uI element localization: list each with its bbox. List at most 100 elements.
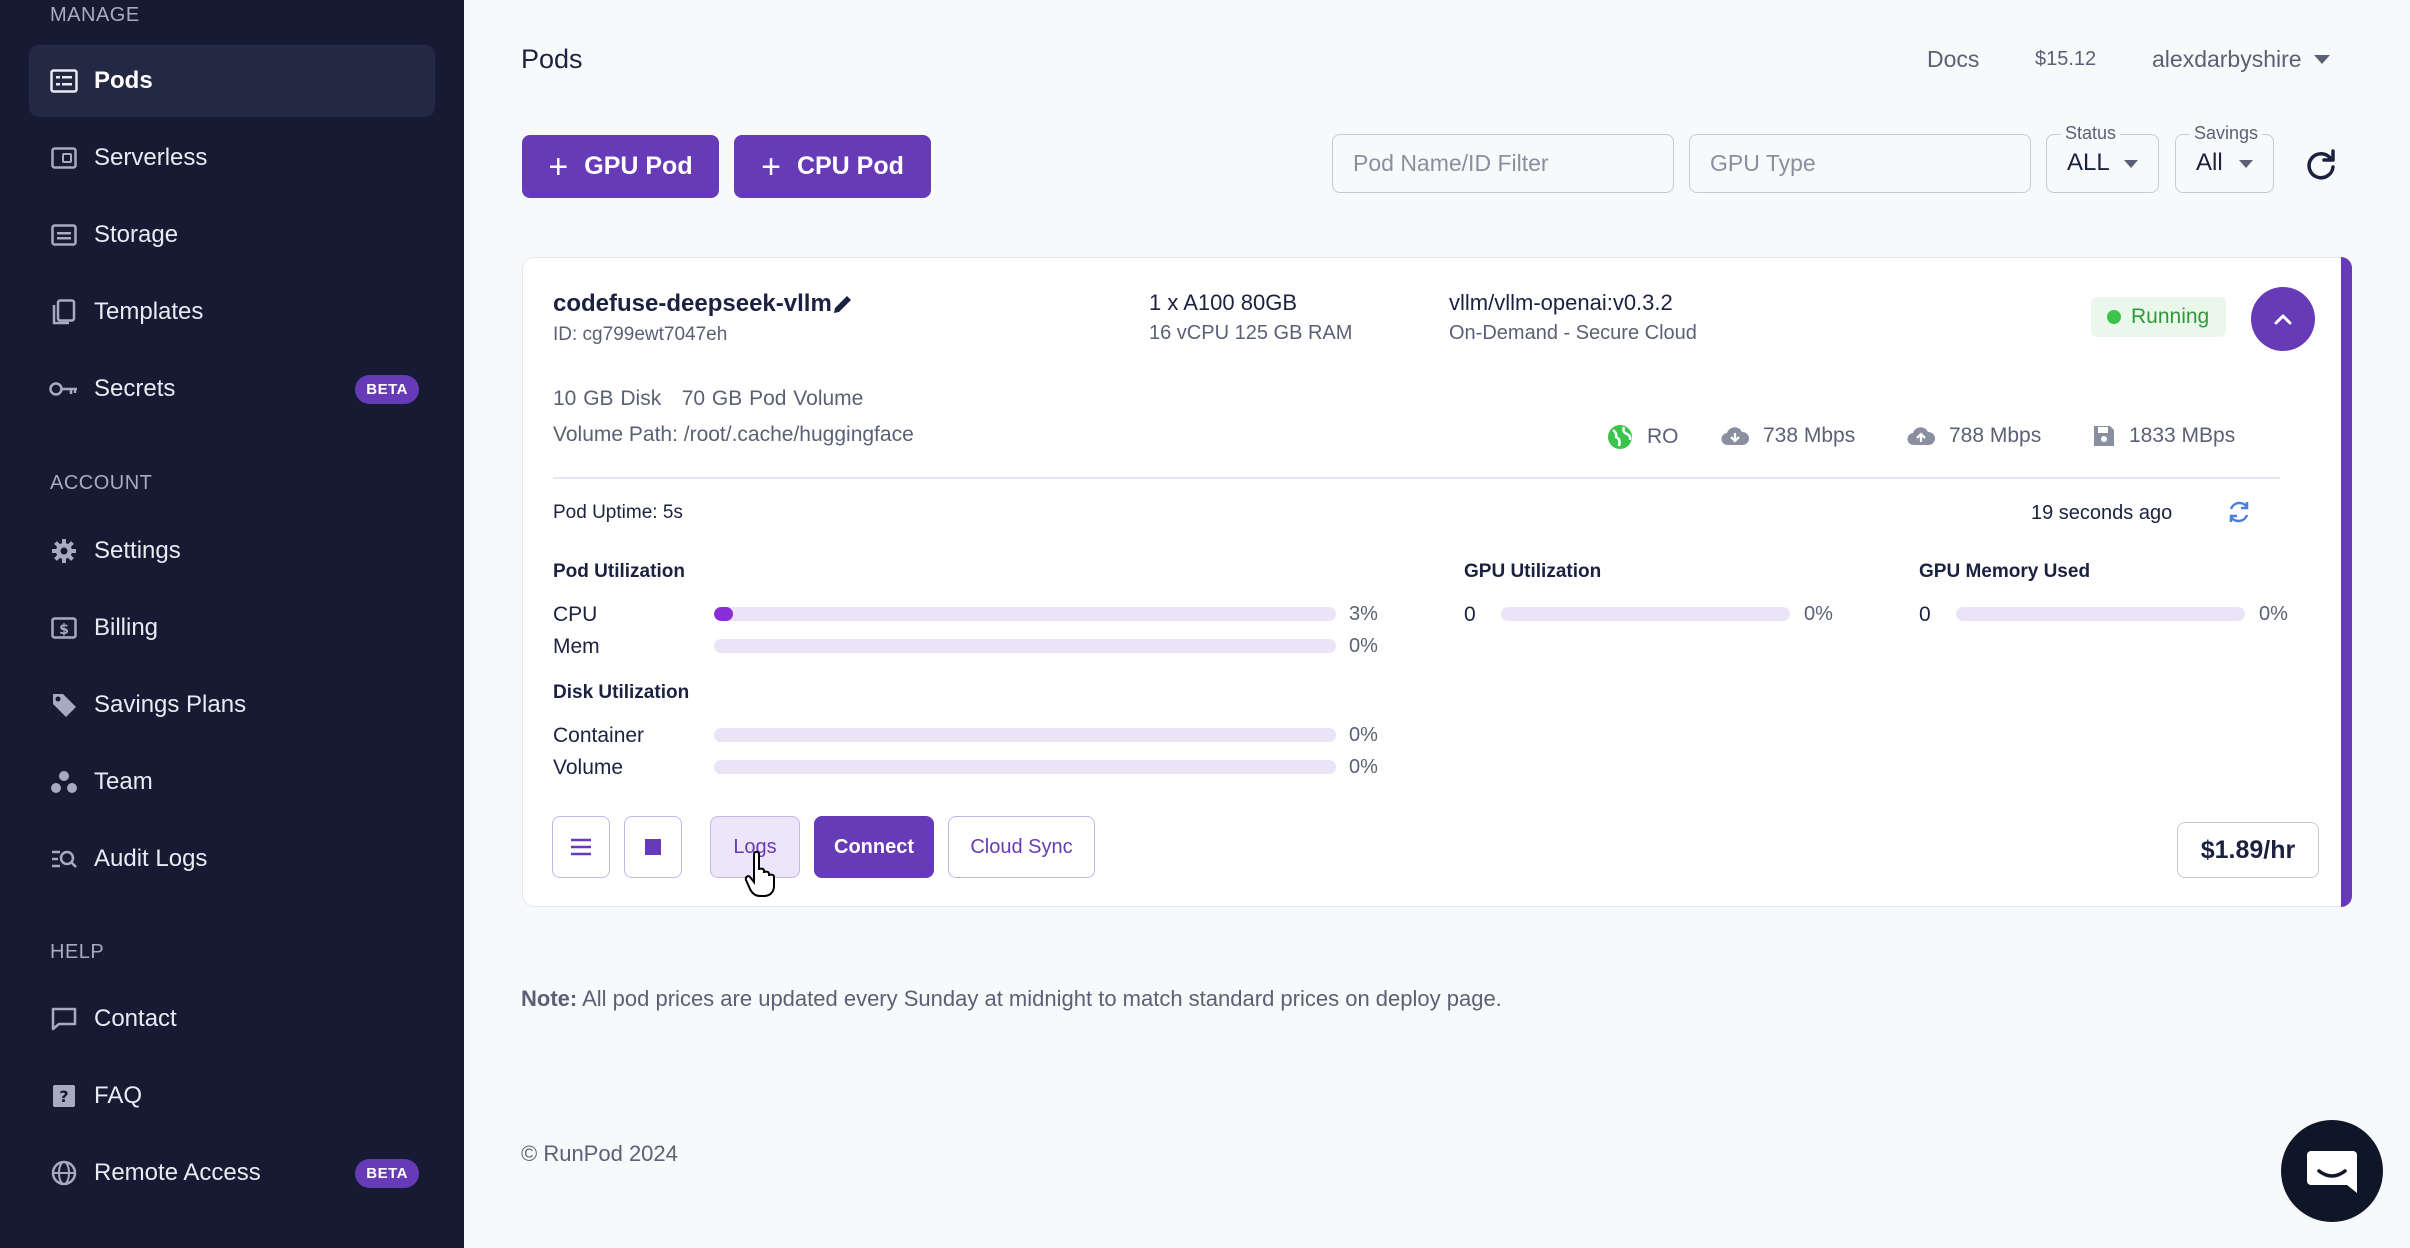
button-label: CPU Pod [796,152,904,180]
sidebar-item-audit-logs[interactable]: Audit Logs [29,823,435,895]
sync-icon[interactable] [2226,499,2252,525]
cpu-label: CPU [553,603,598,626]
sidebar-item-label: FAQ [94,1082,143,1109]
sidebar-item-storage[interactable]: Storage [29,199,435,271]
chat-bubble-icon [2307,1151,2357,1193]
key-icon [49,374,79,404]
hand-cursor-icon [744,850,775,897]
pod-image: vllm/vllm-openai:v0.3.2 [1449,290,1673,315]
pod-card: codefuse-deepseek-vllm ID: cg799ewt7047e… [522,257,2352,907]
pricing-note: Note: All pod prices are updated every S… [521,986,1502,1012]
gpu-utilization-bar [1501,607,1790,621]
sidebar-item-templates[interactable]: Templates [29,276,435,348]
sidebar: MANAGE Pods Serverless Storage Templates… [0,0,464,1248]
sidebar-item-faq[interactable]: ? FAQ [29,1060,435,1132]
pencil-icon[interactable] [831,292,855,316]
sidebar-item-team[interactable]: Team [29,746,435,818]
globe-icon [1608,425,1632,449]
sidebar-item-label: Storage [94,221,179,248]
sidebar-item-label: Contact [94,1005,177,1032]
globe-icon [49,1158,79,1188]
sidebar-item-label: Templates [94,298,204,325]
region-info: RO [1607,424,1679,450]
pod-volume-path: Volume Path: /root/.cache/huggingface [553,423,914,446]
sidebar-item-label: Serverless [94,144,208,171]
upload-speed-value: 788 Mbps [1949,424,2042,447]
user-menu[interactable]: alexdarbyshire [2152,46,2330,73]
sidebar-item-billing[interactable]: $ Billing [29,592,435,664]
collapse-button[interactable] [2251,287,2315,351]
gpu-type-input[interactable] [1689,134,2031,193]
plus-icon: + [761,147,781,186]
divider [553,477,2280,479]
sidebar-item-pods[interactable]: Pods [29,45,435,117]
username: alexdarbyshire [2152,46,2302,72]
plus-icon: + [548,147,569,186]
beta-badge: BETA [355,1158,419,1188]
svg-text:?: ? [59,1087,68,1106]
sidebar-item-remote-access[interactable]: Remote Access BETA [29,1137,435,1209]
last-updated: 19 seconds ago [2031,502,2173,524]
gpu-utilization-value: 0% [1804,603,1833,625]
disk-speed: 1833 MBps [2093,424,2235,448]
disk-speed-value: 1833 MBps [2129,424,2236,447]
connect-button[interactable]: Connect [814,816,934,878]
chevron-down-icon [2124,160,2138,168]
pod-gpu: 1 x A100 80GB [1149,290,1297,315]
sidebar-item-label: Billing [94,614,159,641]
status-dot-icon [2107,310,2121,324]
volume-label: Volume [553,756,624,779]
refresh-icon[interactable] [2304,148,2338,182]
new-cpu-pod-button[interactable]: + CPU Pod [734,135,931,198]
menu-button[interactable] [552,816,610,878]
floppy-disk-icon [2094,426,2114,446]
mem-label: Mem [553,635,600,658]
storage-icon [49,220,79,250]
savings-select-label: Savings [2190,123,2263,144]
status-select[interactable]: Status ALL [2046,123,2159,193]
sidebar-item-label: Pods [94,67,153,94]
sidebar-item-label: Remote Access [94,1159,261,1186]
savings-select[interactable]: Savings All [2175,123,2274,193]
gear-icon [49,536,79,566]
sidebar-item-label: Team [94,768,153,795]
volume-bar [714,760,1336,774]
faq-icon: ? [49,1081,79,1111]
page-title: Pods [521,44,583,74]
pod-name-filter-input[interactable] [1332,134,1674,193]
cpu-bar [714,607,1336,621]
sidebar-item-label: Audit Logs [94,845,208,872]
sidebar-item-label: Savings Plans [94,691,247,718]
serverless-icon [49,143,79,173]
status-select-value: ALL [2067,149,2110,176]
account-balance[interactable]: $15.12 [2035,48,2096,71]
pod-utilization-title: Pod Utilization [553,561,685,582]
stop-button[interactable] [624,816,682,878]
pod-disk: 10 GB Disk [553,387,662,410]
pod-name: codefuse-deepseek-vllm [553,290,832,317]
docs-link[interactable]: Docs [1927,46,1979,73]
card-accent-bar [2341,257,2352,907]
pod-disk-info: 10 GB Disk 70 GB Pod Volume [553,387,863,411]
status-badge: Running [2091,297,2227,337]
note-text: All pod prices are updated every Sunday … [577,986,1502,1011]
sidebar-item-settings[interactable]: Settings [29,515,435,587]
sidebar-item-serverless[interactable]: Serverless [29,122,435,194]
chevron-down-icon [2313,55,2330,64]
templates-icon [49,297,79,327]
cloud-sync-button[interactable]: Cloud Sync [948,816,1095,878]
billing-icon: $ [49,613,79,643]
chat-widget-button[interactable] [2281,1120,2383,1222]
savings-select-value: All [2196,149,2223,176]
sidebar-item-savings-plans[interactable]: Savings Plans [29,669,435,741]
pod-id: ID: cg799ewt7047eh [553,324,728,345]
container-value: 0% [1349,724,1378,746]
sidebar-item-secrets[interactable]: Secrets BETA [29,353,435,425]
gpu-index: 0 [1464,603,1476,626]
download-speed-value: 738 Mbps [1763,424,1856,447]
sidebar-item-contact[interactable]: Contact [29,983,435,1055]
section-label-account: ACCOUNT [50,472,153,494]
gpu-memory-index: 0 [1919,603,1931,626]
new-gpu-pod-button[interactable]: + GPU Pod [522,135,719,198]
upload-speed: 788 Mbps [1907,424,2041,448]
